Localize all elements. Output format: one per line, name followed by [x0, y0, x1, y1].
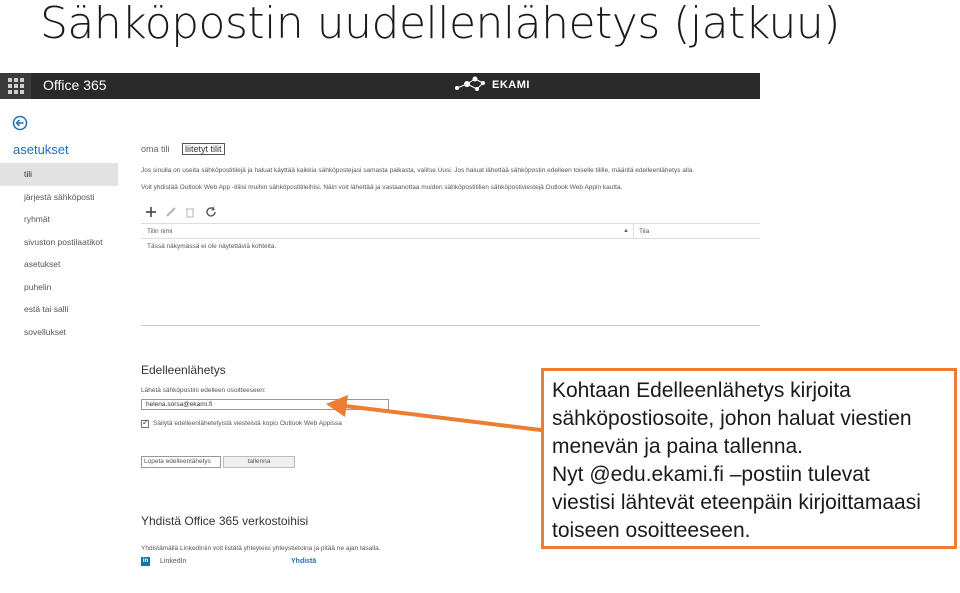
forwarding-title: Edelleenlähetys [141, 363, 226, 377]
tab-my-account[interactable]: oma tili [141, 144, 170, 154]
instruction-callout: Kohtaan Edelleenlähetys kirjoita sähköpo… [541, 368, 957, 549]
social-networks-title: Yhdistä Office 365 verkostoihisi [141, 514, 309, 528]
callout-line: sähköpostiosoite, johon haluat viestien [552, 407, 912, 430]
callout-text: Kohtaan Edelleenlähetys kirjoita sähköpo… [552, 377, 946, 545]
column-divider [633, 224, 634, 239]
social-networks-description: Yhdistämällä LinkedIniin voit listätä yh… [141, 545, 381, 552]
callout-line: menevän ja paina tallenna. [552, 435, 804, 458]
nav-item-block-or-allow[interactable]: estä tai salli [0, 298, 118, 321]
empty-list-message: Tässä näkymässä ei ole näytettäviä kohte… [147, 243, 277, 250]
nav-item-organize-mail[interactable]: järjestä sähköposti [0, 186, 118, 209]
slide-title: Sähköpostin uudellenlähetys (jatkuu) [40, 0, 840, 49]
forwarding-address-input[interactable] [141, 399, 389, 410]
keep-copy-checkbox[interactable] [141, 418, 149, 428]
settings-nav: tili järjestä sähköposti ryhmät sivuston… [0, 163, 118, 343]
nav-item-phone[interactable]: puhelin [0, 276, 118, 299]
save-button[interactable]: tallenna [223, 456, 295, 468]
nav-item-site-mailboxes[interactable]: sivuston postilaatikot [0, 231, 118, 254]
edit-icon[interactable] [165, 206, 177, 218]
nav-item-groups[interactable]: ryhmät [0, 208, 118, 231]
account-tabs: oma tili liitetyt tilit [141, 143, 235, 155]
refresh-icon[interactable] [205, 206, 217, 218]
back-arrow-icon[interactable] [12, 115, 28, 131]
linkedin-icon: in [141, 557, 150, 566]
sort-up-icon[interactable]: ▲ [623, 228, 629, 234]
nav-item-apps[interactable]: sovellukset [0, 321, 118, 344]
office365-top-bar: Office 365 EKAMI [0, 73, 760, 99]
callout-line: toiseen osoitteeseen. [552, 519, 751, 542]
column-account-name[interactable]: Tilin nimi [147, 228, 172, 235]
callout-line: Nyt @edu.ekami.fi –postiin tulevat [552, 463, 870, 486]
ekami-logo-text: EKAMI [492, 79, 530, 91]
callout-line: viestisi lähtevät eteenpäin kirjoittamaa… [552, 491, 921, 514]
settings-title: asetukset [13, 142, 69, 157]
app-name[interactable]: Office 365 [43, 77, 107, 93]
stop-forwarding-button[interactable]: Lopeta edelleenlähetys [141, 456, 221, 468]
callout-line: Kohtaan Edelleenlähetys kirjoita [552, 379, 851, 402]
connected-accounts-description-1: Jos sinulla on useita sähköpostitilejä j… [141, 167, 695, 174]
tab-connected-accounts[interactable]: liitetyt tilit [182, 143, 225, 155]
forwarding-label: Lähetä sähköpostini edelleen osoitteesee… [141, 387, 266, 394]
app-launcher-icon[interactable] [0, 73, 31, 99]
connected-accounts-description-2: Voit yhdistää Outlook Web App -tiliisi m… [141, 184, 623, 191]
keep-copy-label: Säilytä edelleenlähetetyistä viesteistä … [153, 420, 342, 427]
nav-item-account[interactable]: tili [0, 163, 118, 186]
accounts-table-header: Tilin nimi ▲ Tila [141, 223, 760, 239]
linkedin-connect-link[interactable]: Yhdistä [291, 558, 316, 565]
nav-item-settings[interactable]: asetukset [0, 253, 118, 276]
delete-icon[interactable] [184, 206, 196, 218]
table-divider [141, 325, 760, 326]
linkedin-label: LinkedIn [160, 558, 187, 565]
column-status[interactable]: Tila [639, 228, 649, 235]
add-icon[interactable] [145, 206, 157, 218]
